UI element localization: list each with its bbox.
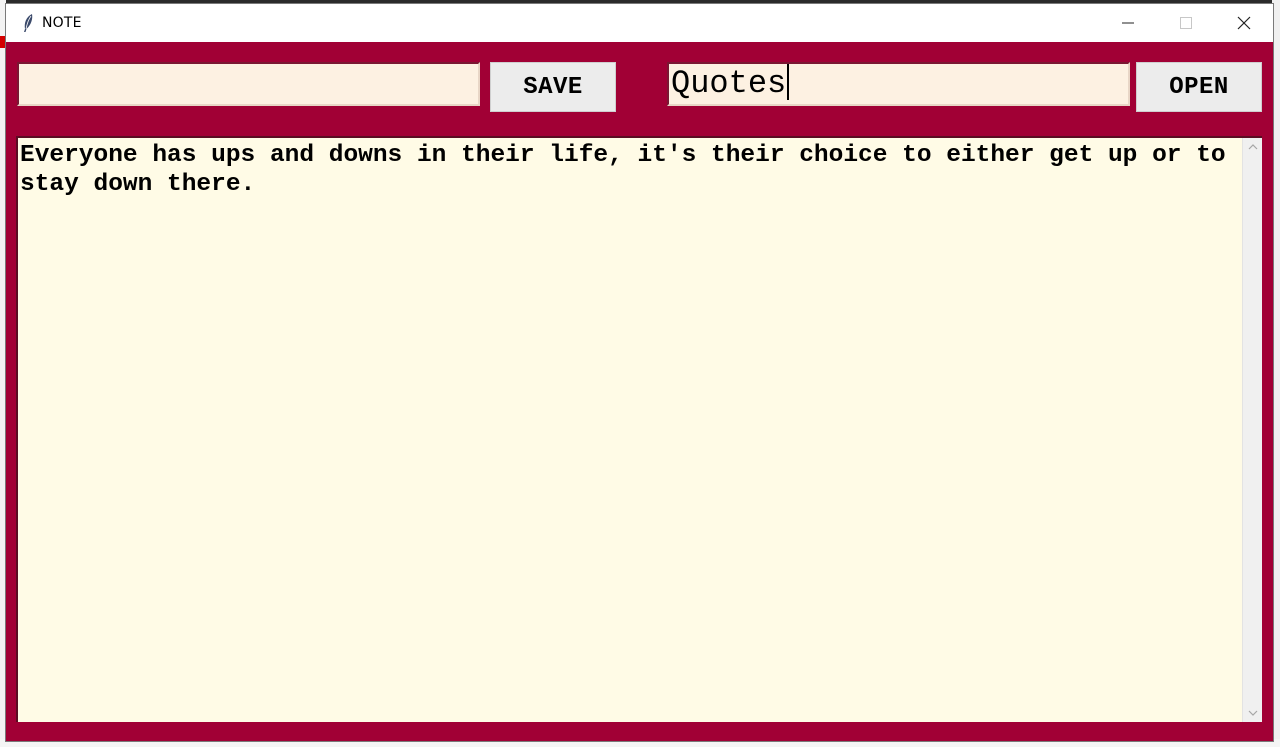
note-editor: Everyone has ups and downs in their life… [16,136,1262,722]
open-filename-input[interactable]: Quotes [667,62,1130,106]
close-button[interactable] [1215,4,1273,42]
window-controls [1099,4,1273,42]
minimize-icon [1122,22,1134,24]
text-caret [787,63,790,100]
title-bar[interactable]: NOTE [6,4,1273,42]
save-filename-input[interactable] [17,62,480,106]
open-filename-value: Quotes [671,65,787,102]
open-button[interactable]: OPEN [1136,62,1262,112]
vertical-scrollbar[interactable] [1242,138,1262,722]
toolbar-row: SAVE Quotes OPEN [6,42,1273,130]
maximize-icon [1180,17,1192,29]
minimize-button[interactable] [1099,4,1157,42]
maximize-button[interactable] [1157,4,1215,42]
close-icon [1237,16,1251,30]
note-text-area[interactable]: Everyone has ups and downs in their life… [18,138,1240,722]
save-button[interactable]: SAVE [490,62,616,112]
background-right-edge [1272,0,1280,747]
window-title: NOTE [42,15,82,31]
scroll-down-arrow-icon[interactable] [1243,704,1262,722]
feather-icon [20,12,36,34]
note-window: NOTE SAVE Quotes OPEN Everyone has ups a… [6,4,1273,741]
scroll-up-arrow-icon[interactable] [1243,138,1262,156]
